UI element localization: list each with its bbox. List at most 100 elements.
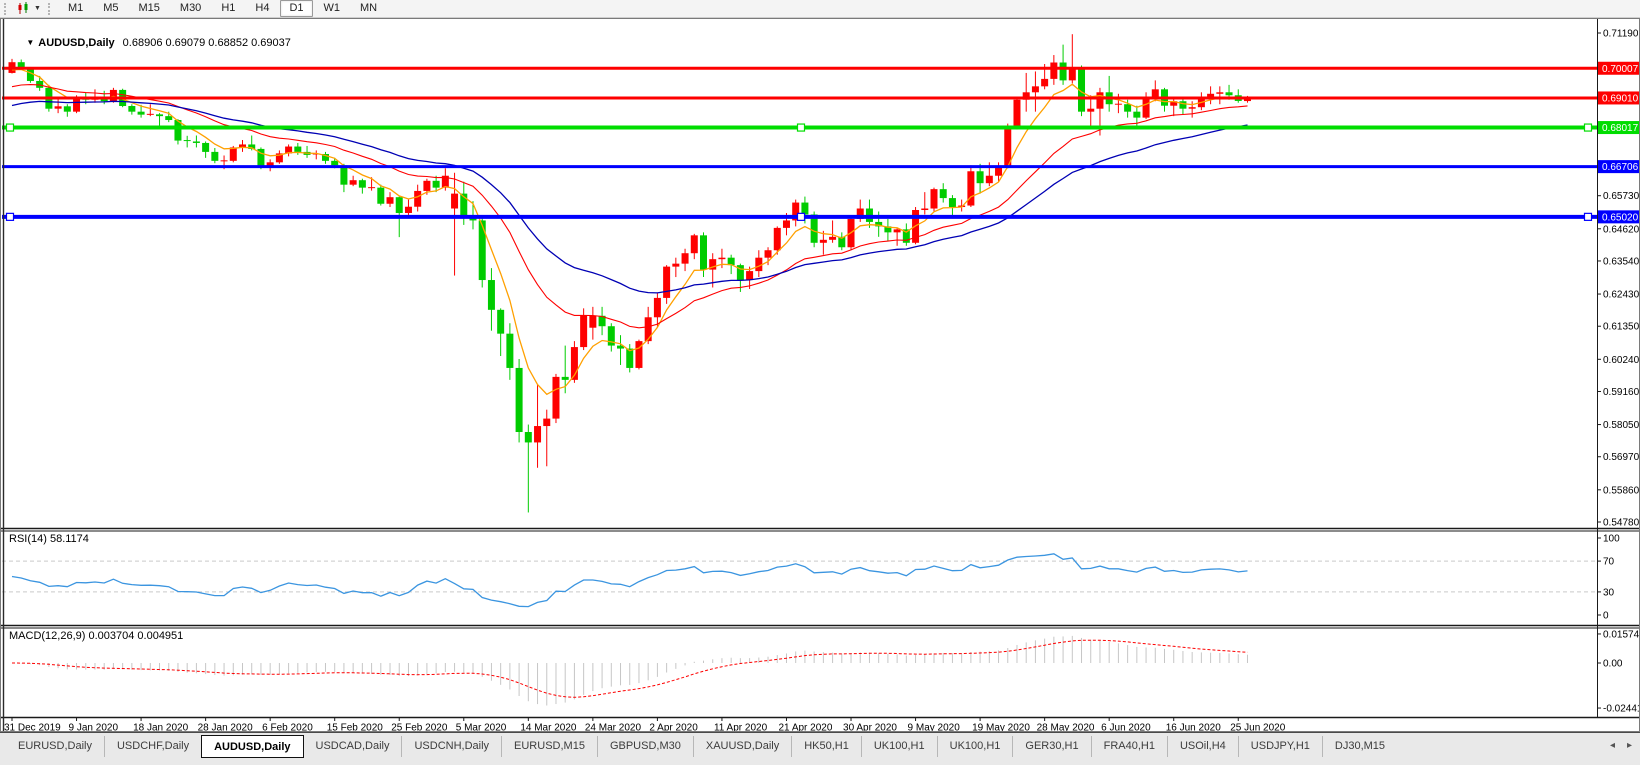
svg-text:0.58050: 0.58050 xyxy=(1603,420,1640,431)
hline-price-badge: 0.69010 xyxy=(1598,91,1640,105)
svg-text:30 Apr 2020: 30 Apr 2020 xyxy=(843,723,897,733)
svg-text:0.65020: 0.65020 xyxy=(1602,212,1639,223)
chart-ohlc-values: 0.68906 0.69079 0.68852 0.69037 xyxy=(122,37,291,49)
timeframe-button-mn[interactable]: MN xyxy=(351,0,386,17)
svg-text:28 Jan 2020: 28 Jan 2020 xyxy=(198,723,253,733)
svg-text:0.66706: 0.66706 xyxy=(1602,162,1639,173)
chart-tab-bar: EURUSD,Daily USDCHF,Daily AUDUSD,Daily USDC… xyxy=(0,732,1640,765)
svg-text:30: 30 xyxy=(1603,587,1615,598)
svg-text:18 Jan 2020: 18 Jan 2020 xyxy=(133,723,188,733)
timeframe-buttons: M1 M5 M15 M30 H1 H4 D1 W1 MN xyxy=(58,0,387,17)
timeframe-button-m15[interactable]: M15 xyxy=(130,0,169,17)
svg-text:6 Jun 2020: 6 Jun 2020 xyxy=(1101,723,1151,733)
timeframe-button-w1[interactable]: W1 xyxy=(315,0,350,17)
timeframe-button-d1[interactable]: D1 xyxy=(280,0,313,17)
hline-handle[interactable] xyxy=(5,123,15,132)
svg-text:0.56970: 0.56970 xyxy=(1603,452,1640,463)
hline-handle[interactable] xyxy=(5,212,15,221)
svg-text:0.62430: 0.62430 xyxy=(1603,290,1640,301)
svg-text:0.60240: 0.60240 xyxy=(1603,355,1640,366)
chart-tab-usdjpy-h1[interactable]: USDJPY,H1 xyxy=(1237,736,1322,757)
chart-tabs: EURUSD,Daily USDCHF,Daily AUDUSD,Daily USDC… xyxy=(6,735,1397,758)
svg-text:11 Apr 2020: 11 Apr 2020 xyxy=(714,723,768,733)
svg-text:9 Jan 2020: 9 Jan 2020 xyxy=(69,723,119,733)
svg-text:0.70007: 0.70007 xyxy=(1602,64,1639,75)
chart-symbol-period: AUDUSD,Daily xyxy=(38,37,115,49)
svg-text:21 Apr 2020: 21 Apr 2020 xyxy=(778,723,832,733)
chart-tab-xauusd-daily[interactable]: XAUUSD,Daily xyxy=(692,736,791,757)
svg-text:0.63540: 0.63540 xyxy=(1603,256,1640,267)
timeframe-button-m1[interactable]: M1 xyxy=(59,0,92,17)
svg-text:0.65730: 0.65730 xyxy=(1603,191,1640,202)
svg-text:28 May 2020: 28 May 2020 xyxy=(1037,723,1095,733)
svg-text:9 May 2020: 9 May 2020 xyxy=(908,723,961,733)
chart-tab-fra40-h1[interactable]: FRA40,H1 xyxy=(1090,736,1167,757)
hline-handle[interactable] xyxy=(796,212,806,221)
svg-text:6 Feb 2020: 6 Feb 2020 xyxy=(262,723,313,733)
chevron-down-icon: ▼ xyxy=(34,5,41,12)
svg-text:0.55860: 0.55860 xyxy=(1603,485,1640,496)
svg-text:0: 0 xyxy=(1603,611,1609,622)
svg-text:0.69010: 0.69010 xyxy=(1602,93,1639,104)
hline-price-badge: 0.65020 xyxy=(1598,210,1640,224)
svg-text:0.68017: 0.68017 xyxy=(1602,123,1639,134)
chart-type-button[interactable]: ▼ xyxy=(14,1,44,17)
tabs-scroll-left-button[interactable]: ◂ xyxy=(1604,736,1621,755)
chart-tab-usdcnh-daily[interactable]: USDCNH,Daily xyxy=(401,736,501,757)
svg-text:15 Feb 2020: 15 Feb 2020 xyxy=(327,723,384,733)
chart-tab-uk100-h1[interactable]: UK100,H1 xyxy=(860,736,937,757)
chart-tab-hk50-h1[interactable]: HK50,H1 xyxy=(791,736,861,757)
macd-indicator-label: MACD(12,26,9) 0.003704 0.004951 xyxy=(9,630,184,642)
hline-price-badge: 0.68017 xyxy=(1598,121,1640,135)
chart-tab-usoil-h4[interactable]: USOil,H4 xyxy=(1166,736,1238,757)
svg-text:5 Mar 2020: 5 Mar 2020 xyxy=(456,723,507,733)
timeframe-button-m5[interactable]: M5 xyxy=(94,0,127,17)
chart-tab-eurusd-m15[interactable]: EURUSD,M15 xyxy=(501,736,597,757)
hline-price-badge: 0.66706 xyxy=(1598,160,1640,174)
hline-handle[interactable] xyxy=(1583,123,1593,132)
hline-handle[interactable] xyxy=(796,123,806,132)
chart-tab-gbpusd-m30[interactable]: GBPUSD,M30 xyxy=(596,736,693,757)
toolbar-grip[interactable] xyxy=(4,2,9,15)
hline-handle[interactable] xyxy=(1583,212,1593,221)
chart-tab-usdcad-daily[interactable]: USDCAD,Daily xyxy=(304,736,402,757)
svg-text:0.54780: 0.54780 xyxy=(1603,518,1640,529)
mt4-terminal: ▼ M1 M5 M15 M30 H1 H4 D1 W1 MN 0.71190 0.65730 0.6… xyxy=(0,0,1640,765)
chart-window: 0.71190 0.65730 0.64620 0.63540 0.62430 0.613… xyxy=(0,18,1640,732)
svg-text:0.00: 0.00 xyxy=(1603,659,1623,670)
chart-surface[interactable]: 0.71190 0.65730 0.64620 0.63540 0.62430 0.613… xyxy=(0,18,1640,732)
chart-menu-arrow-icon[interactable]: ▼ xyxy=(26,38,34,47)
svg-text:2 Apr 2020: 2 Apr 2020 xyxy=(649,723,698,733)
timeframe-button-h4[interactable]: H4 xyxy=(246,0,278,17)
hline-price-badge: 0.70007 xyxy=(1598,61,1640,75)
chart-tab-audusd-daily[interactable]: AUDUSD,Daily xyxy=(201,735,304,758)
svg-text:0.59160: 0.59160 xyxy=(1603,387,1640,398)
svg-text:0.64620: 0.64620 xyxy=(1603,224,1640,235)
svg-text:31 Dec 2019: 31 Dec 2019 xyxy=(4,723,61,733)
svg-text:24 Mar 2020: 24 Mar 2020 xyxy=(585,723,642,733)
svg-text:0.61350: 0.61350 xyxy=(1603,322,1640,333)
chart-tab-eurusd-daily[interactable]: EURUSD,Daily xyxy=(6,736,104,757)
chart-title: ▼ AUDUSD,Daily 0.68906 0.69079 0.68852 0.6… xyxy=(8,25,291,61)
svg-text:70: 70 xyxy=(1603,557,1615,568)
chart-tab-dj30-m15[interactable]: DJ30,M15 xyxy=(1321,736,1397,757)
chart-tab-usdchf-daily[interactable]: USDCHF,Daily xyxy=(103,736,201,757)
rsi-indicator-label: RSI(14) 58.1174 xyxy=(9,533,89,545)
toolbar-grip[interactable] xyxy=(47,2,53,15)
svg-text:-0.024412: -0.024412 xyxy=(1603,704,1640,715)
timeframe-toolbar: ▼ M1 M5 M15 M30 H1 H4 D1 W1 MN xyxy=(0,0,1640,18)
chart-tab-uk100-h1[interactable]: UK100,H1 xyxy=(936,736,1013,757)
svg-text:25 Jun 2020: 25 Jun 2020 xyxy=(1230,723,1285,733)
tabs-scroll-right-button[interactable]: ▸ xyxy=(1621,736,1638,755)
svg-text:19 May 2020: 19 May 2020 xyxy=(972,723,1030,733)
svg-text:14 Mar 2020: 14 Mar 2020 xyxy=(520,723,577,733)
svg-text:16 Jun 2020: 16 Jun 2020 xyxy=(1166,723,1221,733)
candlestick-chart-icon xyxy=(18,2,28,14)
chart-tab-ger30-h1[interactable]: GER30,H1 xyxy=(1012,736,1090,757)
svg-text:0.015741: 0.015741 xyxy=(1603,629,1640,640)
timeframe-button-m30[interactable]: M30 xyxy=(171,0,210,17)
svg-text:100: 100 xyxy=(1603,534,1620,545)
svg-text:25 Feb 2020: 25 Feb 2020 xyxy=(391,723,448,733)
timeframe-button-h1[interactable]: H1 xyxy=(212,0,244,17)
svg-text:0.71190: 0.71190 xyxy=(1603,29,1639,40)
